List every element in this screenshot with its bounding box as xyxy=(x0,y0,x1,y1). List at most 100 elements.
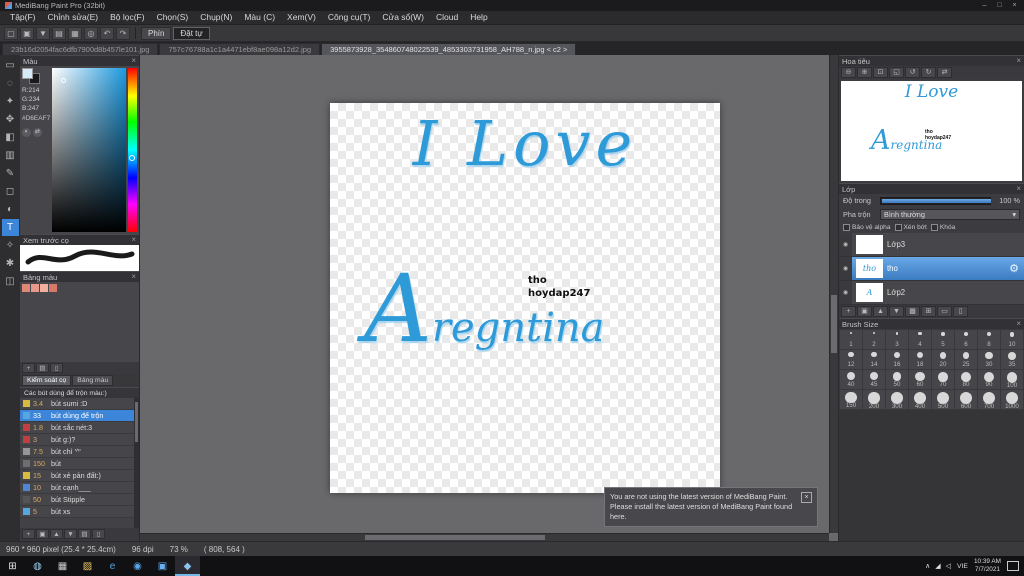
hue-slider[interactable] xyxy=(128,68,137,232)
menu-item[interactable]: Chụp(N) xyxy=(194,11,238,24)
fit-window-icon[interactable]: ◱ xyxy=(889,67,904,78)
color-wheel-icon[interactable]: ◐ xyxy=(22,127,31,137)
left-panel-tab[interactable]: Bảng màu xyxy=(72,375,114,386)
undo-icon[interactable]: ↶ xyxy=(100,26,114,40)
brush-size-cell[interactable]: 8 xyxy=(978,330,1000,349)
menu-item[interactable]: Tập(F) xyxy=(4,11,42,24)
brush-size-cell[interactable]: 500 xyxy=(932,390,954,410)
blur-tool[interactable]: ◐ xyxy=(2,201,19,218)
brush-list-scrollbar[interactable] xyxy=(134,398,139,528)
brush-size-cell[interactable]: 35 xyxy=(1001,350,1023,369)
close-icon[interactable]: × xyxy=(1016,319,1021,329)
brush-size-cell[interactable]: 20 xyxy=(932,350,954,369)
symmetry-icon[interactable]: ◎ xyxy=(84,26,98,40)
open-file-icon[interactable]: ▣ xyxy=(20,26,34,40)
new-file-icon[interactable]: ▢ xyxy=(4,26,18,40)
zoom-reset-icon[interactable]: ⊡ xyxy=(873,67,888,78)
foreground-color-swatch[interactable] xyxy=(22,68,33,79)
brush-size-cell[interactable]: 45 xyxy=(863,370,885,389)
edit-color-icon[interactable]: ▤ xyxy=(36,363,49,373)
close-icon[interactable]: × xyxy=(1016,56,1021,66)
brush-size-cell[interactable]: 2 xyxy=(863,330,885,349)
menu-item[interactable]: Help xyxy=(464,11,493,24)
select-tool[interactable]: ▭ xyxy=(2,57,19,74)
opacity-slider[interactable] xyxy=(880,196,991,205)
scrollbar-thumb[interactable] xyxy=(831,295,837,353)
brush-group-title[interactable]: Các bút dùng để trộn màu:) xyxy=(20,387,139,398)
checkbox-icon[interactable] xyxy=(930,224,938,231)
tray-expand-icon[interactable]: ∧ xyxy=(925,562,930,570)
layer-up-icon[interactable]: ▲ xyxy=(873,306,888,317)
move-tool[interactable]: ✥ xyxy=(2,111,19,128)
network-icon[interactable]: ◢ xyxy=(935,562,940,570)
brush-size-cell[interactable]: 40 xyxy=(840,370,862,389)
menu-item[interactable]: Cloud xyxy=(430,11,464,24)
left-panel-tab[interactable]: Kiểm soát cọ xyxy=(22,375,72,386)
layer-option-checkbox[interactable]: Xén bớt xyxy=(894,224,927,231)
volume-icon[interactable]: ◁ xyxy=(946,562,951,570)
delete-color-icon[interactable]: ▯ xyxy=(50,363,63,373)
hue-marker[interactable] xyxy=(129,154,135,161)
layer-option-checkbox[interactable]: Bảo vệ alpha xyxy=(843,224,891,231)
close-icon[interactable]: × xyxy=(801,492,812,504)
brush-size-cell[interactable]: 3 xyxy=(886,330,908,349)
hand-tool[interactable]: ✱ xyxy=(2,255,19,272)
brush-size-cell[interactable]: 25 xyxy=(955,350,977,369)
delete-brush-icon[interactable]: ▯ xyxy=(92,529,105,539)
bút chì '^'[interactable]: 7.5 bút chì '^' xyxy=(20,446,139,458)
swap-colors-icon[interactable]: ⇄ xyxy=(33,127,42,137)
action-center-icon[interactable] xyxy=(1007,561,1019,571)
menu-item[interactable]: Cửa sổ(W) xyxy=(376,11,430,24)
bút Stipple[interactable]: 50 bút Stipple xyxy=(20,494,139,506)
minimize-icon[interactable]: – xyxy=(977,1,992,11)
add-layer-icon[interactable]: + xyxy=(841,306,856,317)
brush-size-cell[interactable]: 5 xyxy=(932,330,954,349)
Lớp2[interactable]: ◉ A Lớp2 ⚙ xyxy=(839,281,1024,305)
layer-folder-icon[interactable]: ▣ xyxy=(857,306,872,317)
blend-mode-select[interactable]: Bình thường ▾ xyxy=(880,209,1020,220)
brush-size-cell[interactable]: 14 xyxy=(863,350,885,369)
navigator-thumbnail[interactable]: I Love Aregntina tho hoydap247 xyxy=(841,81,1022,181)
palette-swatch[interactable] xyxy=(49,284,57,292)
save-icon[interactable]: ▼ xyxy=(36,26,50,40)
bút[interactable]: 150 bút xyxy=(20,458,139,470)
bút sắc nét:3[interactable]: 1.8 bút sắc nét:3 xyxy=(20,422,139,434)
add-brush-icon[interactable]: + xyxy=(22,529,35,539)
horizontal-scrollbar[interactable] xyxy=(140,533,829,541)
brush-size-cell[interactable]: 6 xyxy=(955,330,977,349)
language-indicator[interactable]: VIE xyxy=(957,563,968,570)
menu-item[interactable]: Chỉnh sửa(E) xyxy=(42,11,105,24)
gradient-tool[interactable]: ▥ xyxy=(2,147,19,164)
eye-icon[interactable]: ◉ xyxy=(839,233,852,256)
eye-icon[interactable]: ◉ xyxy=(839,257,852,280)
brush-size-cell[interactable]: 70 xyxy=(932,370,954,389)
layer-option-checkbox[interactable]: Khóa xyxy=(930,224,955,231)
magic-wand-tool[interactable]: ✦ xyxy=(2,93,19,110)
add-color-icon[interactable]: + xyxy=(22,363,35,373)
brush-size-cell[interactable]: 400 xyxy=(909,390,931,410)
canvas[interactable]: I Love Aregntina tho hoydap247 xyxy=(330,103,720,493)
brush-size-cell[interactable]: 80 xyxy=(955,370,977,389)
brush-size-cell[interactable]: 12 xyxy=(840,350,862,369)
bút sumi :D[interactable]: 3.4 bút sumi :D xyxy=(20,398,139,410)
start-button[interactable]: ⊞ xyxy=(0,556,25,576)
document-tab[interactable]: 3955873928_354860748022539_4853303731958… xyxy=(321,43,577,55)
redo-icon[interactable]: ↷ xyxy=(116,26,130,40)
brush-size-cell[interactable]: 30 xyxy=(978,350,1000,369)
brush-size-cell[interactable]: 150 xyxy=(840,390,862,409)
grid-icon[interactable]: ▦ xyxy=(68,26,82,40)
bút xs[interactable]: 5 bút xs xyxy=(20,506,139,518)
checkbox-icon[interactable] xyxy=(843,224,850,231)
taskbar-clock[interactable]: 10:39 AM 7/7/2021 xyxy=(974,558,1001,575)
brush-size-cell[interactable]: 100 xyxy=(1001,370,1023,389)
file-explorer-icon[interactable]: ▨ xyxy=(75,556,100,576)
divide-tool[interactable]: ◫ xyxy=(2,273,19,290)
saturation-square[interactable] xyxy=(52,68,126,232)
close-icon[interactable]: × xyxy=(131,56,136,66)
edge-icon[interactable]: e xyxy=(100,556,125,576)
rotate-right-icon[interactable]: ↻ xyxy=(921,67,936,78)
brush-size-cell[interactable]: 200 xyxy=(863,390,885,409)
brush-size-cell[interactable]: 10 xyxy=(1001,330,1023,349)
gear-icon[interactable]: ⚙ xyxy=(1009,262,1019,275)
brush-tool[interactable]: ✎ xyxy=(2,165,19,182)
